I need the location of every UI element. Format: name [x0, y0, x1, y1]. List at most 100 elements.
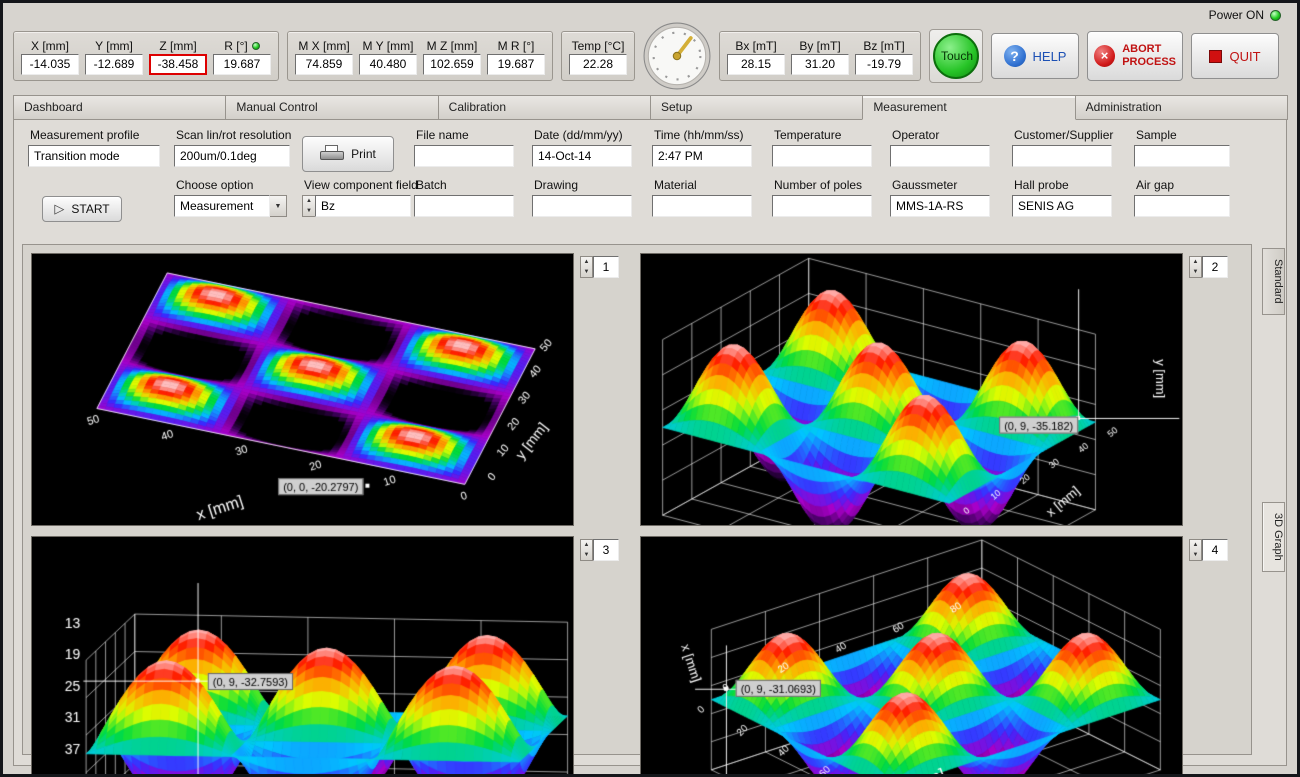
tab-setup[interactable]: Setup: [650, 95, 863, 120]
indicator-by-label: By [mT]: [791, 37, 849, 54]
indicator-mx-value: 74.859: [295, 54, 353, 75]
spin-up-icon[interactable]: ▲: [303, 196, 315, 206]
air-gap-input[interactable]: [1134, 195, 1230, 217]
print-button[interactable]: Print: [302, 136, 394, 172]
help-button[interactable]: ? HELP: [991, 33, 1079, 79]
graph-3-panel[interactable]: [31, 536, 574, 777]
quit-button[interactable]: QUIT: [1191, 33, 1279, 79]
help-label: HELP: [1033, 49, 1067, 64]
graph-3-controls: ▲▼ 3: [580, 536, 634, 777]
tab-administration[interactable]: Administration: [1075, 95, 1288, 120]
surface-plot-canvas-2[interactable]: [641, 254, 1182, 525]
graph-1-spinner-icons[interactable]: ▲▼: [580, 256, 593, 278]
graph-1-selector[interactable]: ▲▼ 1: [580, 255, 634, 279]
customer-input[interactable]: [1012, 145, 1112, 167]
surface-plot-canvas-3[interactable]: [32, 537, 573, 777]
graph-4-controls: ▲▼ 4: [1189, 536, 1243, 777]
indicator-mr: M R [°] 19.687: [487, 37, 545, 75]
graph-2-controls: ▲▼ 2: [1189, 253, 1243, 526]
graph-3-selector[interactable]: ▲▼ 3: [580, 538, 634, 562]
spin-down-icon[interactable]: ▼: [581, 267, 592, 277]
batch-label: Batch: [414, 178, 532, 195]
hall-probe-input[interactable]: SENIS AG: [1012, 195, 1112, 217]
date-label: Date (dd/mm/yy): [532, 128, 652, 145]
graph-2-spinner-icons[interactable]: ▲▼: [1189, 256, 1202, 278]
material-input[interactable]: [652, 195, 752, 217]
graph-4-panel[interactable]: [640, 536, 1183, 777]
air-gap-label: Air gap: [1134, 178, 1234, 195]
graph-2-selector-value[interactable]: 2: [1202, 256, 1228, 278]
customer-label: Customer/Supplier: [1012, 128, 1134, 145]
start-label: START: [71, 202, 109, 216]
indicator-my-label: M Y [mm]: [359, 37, 417, 54]
spin-up-icon[interactable]: ▲: [581, 540, 592, 550]
drawing-input[interactable]: [532, 195, 632, 217]
power-led-icon: [1270, 10, 1281, 21]
poles-input[interactable]: [772, 195, 872, 217]
indicator-temp: Temp [°C] 22.28: [569, 37, 627, 75]
spin-up-icon[interactable]: ▲: [1190, 257, 1201, 267]
print-label: Print: [351, 147, 376, 161]
batch-input[interactable]: [414, 195, 514, 217]
field-date: Date (dd/mm/yy) 14-Oct-14: [532, 128, 652, 178]
indicator-mr-label: M R [°]: [487, 37, 545, 54]
start-button[interactable]: ▷ START: [42, 196, 122, 222]
graph-1-panel[interactable]: [31, 253, 574, 526]
tab-measurement[interactable]: Measurement: [862, 95, 1075, 120]
field-choose-option: Choose option Measurement ▼: [174, 178, 302, 240]
measurement-profile-dropdown[interactable]: Transition mode: [28, 145, 160, 167]
scan-resolution-dropdown[interactable]: 200um/0.1deg: [174, 145, 290, 167]
indicator-temp-value: 22.28: [569, 54, 627, 75]
choose-option-arrow-icon[interactable]: ▼: [270, 195, 287, 217]
view-component-value[interactable]: Bz: [315, 195, 411, 217]
indicator-z-label: Z [mm]: [149, 37, 207, 54]
file-name-input[interactable]: [414, 145, 514, 167]
tab-3d-graph[interactable]: 3D Graph: [1262, 502, 1285, 572]
abort-process-button[interactable]: × ABORT PROCESS: [1087, 31, 1183, 81]
spin-up-icon[interactable]: ▲: [581, 257, 592, 267]
graph-4-spinner-icons[interactable]: ▲▼: [1189, 539, 1202, 561]
sample-input[interactable]: [1134, 145, 1230, 167]
tab-standard[interactable]: Standard: [1262, 248, 1285, 315]
indicator-bz-value: -19.79: [855, 54, 913, 75]
time-input[interactable]: 2:47 PM: [652, 145, 752, 167]
spin-down-icon[interactable]: ▼: [1190, 550, 1201, 560]
spin-down-icon[interactable]: ▼: [581, 550, 592, 560]
spin-down-icon[interactable]: ▼: [1190, 267, 1201, 277]
graph-2-panel[interactable]: [640, 253, 1183, 526]
temperature-input[interactable]: [772, 145, 872, 167]
tab-manual-control[interactable]: Manual Control: [225, 95, 438, 120]
gaussmeter-input[interactable]: MMS-1A-RS: [890, 195, 990, 217]
indicator-by-value: 31.20: [791, 54, 849, 75]
sample-label: Sample: [1134, 128, 1234, 145]
indicator-bx: Bx [mT] 28.15: [727, 37, 785, 75]
indicator-mz-label: M Z [mm]: [423, 37, 481, 54]
graph-4-selector[interactable]: ▲▼ 4: [1189, 538, 1243, 562]
tab-dashboard[interactable]: Dashboard: [13, 95, 226, 120]
tab-calibration[interactable]: Calibration: [438, 95, 651, 120]
choose-option-dropdown[interactable]: Measurement: [174, 195, 270, 217]
view-component-spinner[interactable]: ▲ ▼: [302, 195, 315, 217]
surface-plot-canvas-1[interactable]: [32, 254, 573, 525]
graph-3-selector-value[interactable]: 3: [593, 539, 619, 561]
field-indicator-group: Bx [mT] 28.15 By [mT] 31.20 Bz [mT] -19.…: [719, 31, 921, 81]
graph-3-spinner-icons[interactable]: ▲▼: [580, 539, 593, 561]
abort-x-icon: ×: [1094, 45, 1115, 67]
indicator-temp-label: Temp [°C]: [569, 37, 627, 54]
operator-input[interactable]: [890, 145, 990, 167]
position-indicator-group: X [mm] -14.035 Y [mm] -12.689 Z [mm] -38…: [13, 31, 279, 81]
touch-button[interactable]: Touch: [933, 33, 979, 79]
surface-plot-canvas-4[interactable]: [641, 537, 1182, 777]
graph-1-selector-value[interactable]: 1: [593, 256, 619, 278]
graph-2-selector[interactable]: ▲▼ 2: [1189, 255, 1243, 279]
indicator-x-value: -14.035: [21, 54, 79, 75]
operator-label: Operator: [890, 128, 1012, 145]
date-input[interactable]: 14-Oct-14: [532, 145, 632, 167]
indicator-mz-value: 102.659: [423, 54, 481, 75]
measurement-form: Measurement profile Transition mode Scan…: [28, 128, 1234, 240]
spin-down-icon[interactable]: ▼: [303, 206, 315, 216]
spin-up-icon[interactable]: ▲: [1190, 540, 1201, 550]
field-drawing: Drawing: [532, 178, 652, 240]
graph-4-selector-value[interactable]: 4: [1202, 539, 1228, 561]
field-operator: Operator: [890, 128, 1012, 178]
